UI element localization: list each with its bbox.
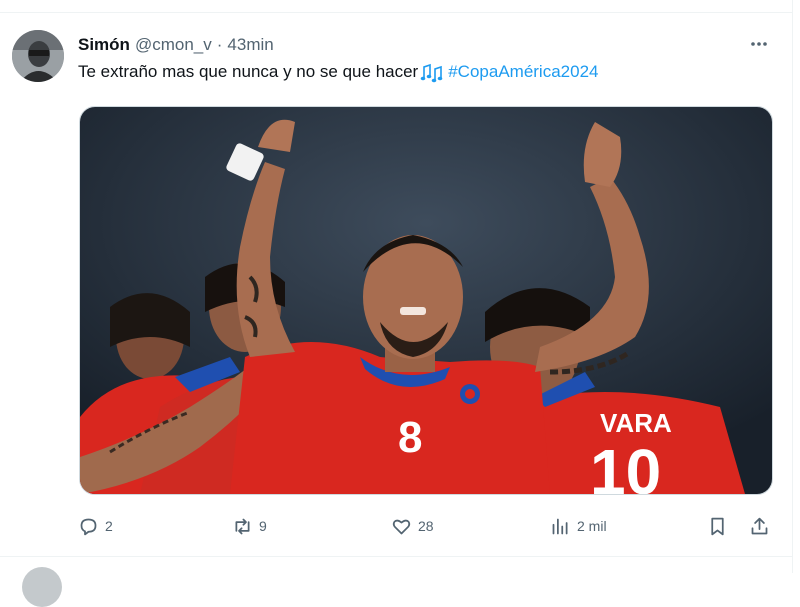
photo-illustration: 2 VARA 10 8 — [80, 107, 772, 494]
back-jersey-name: VARA — [600, 408, 672, 438]
reply-button[interactable]: 2 — [78, 514, 113, 538]
back-jersey-number: 10 — [590, 436, 661, 494]
right-divider — [792, 0, 793, 573]
author-handle[interactable]: @cmon_v — [135, 35, 212, 55]
timestamp[interactable]: 43min — [227, 35, 273, 55]
bottom-divider — [0, 556, 792, 557]
tweet-text: Te extraño mas que nunca y no se que hac… — [78, 62, 598, 83]
reply-count: 2 — [105, 518, 113, 534]
repost-button[interactable]: 9 — [232, 514, 267, 538]
views-icon — [552, 518, 568, 534]
avatar[interactable] — [12, 30, 64, 82]
action-bar: 2 9 28 2 mil — [78, 514, 772, 538]
heart-icon — [392, 519, 411, 534]
bookmark-icon — [711, 517, 724, 535]
like-count: 28 — [418, 518, 434, 534]
tweet-body: Te extraño mas que nunca y no se que hac… — [78, 62, 419, 82]
tweet-header: Simón @cmon_v · 43min — [78, 35, 274, 55]
tweet[interactable]: Simón @cmon_v · 43min Te extraño mas que… — [0, 13, 792, 556]
more-icon[interactable] — [746, 33, 772, 55]
front-jersey-number: 8 — [398, 413, 422, 462]
author-name[interactable]: Simón — [78, 35, 130, 55]
repost-icon — [235, 518, 250, 534]
view-count: 2 mil — [577, 518, 607, 534]
views-button[interactable]: 2 mil — [550, 514, 607, 538]
music-notes-emoji — [420, 62, 444, 83]
reply-icon — [80, 518, 97, 535]
tweet-media-photo[interactable]: 2 VARA 10 8 — [79, 106, 773, 495]
next-tweet-avatar[interactable] — [22, 567, 62, 607]
hashtag-link[interactable]: #CopaAmérica2024 — [448, 62, 598, 82]
share-button[interactable] — [749, 514, 770, 538]
separator-dot: · — [216, 35, 223, 54]
bookmark-button[interactable] — [707, 514, 728, 538]
share-icon — [751, 517, 768, 534]
like-button[interactable]: 28 — [391, 514, 434, 538]
repost-count: 9 — [259, 518, 267, 534]
